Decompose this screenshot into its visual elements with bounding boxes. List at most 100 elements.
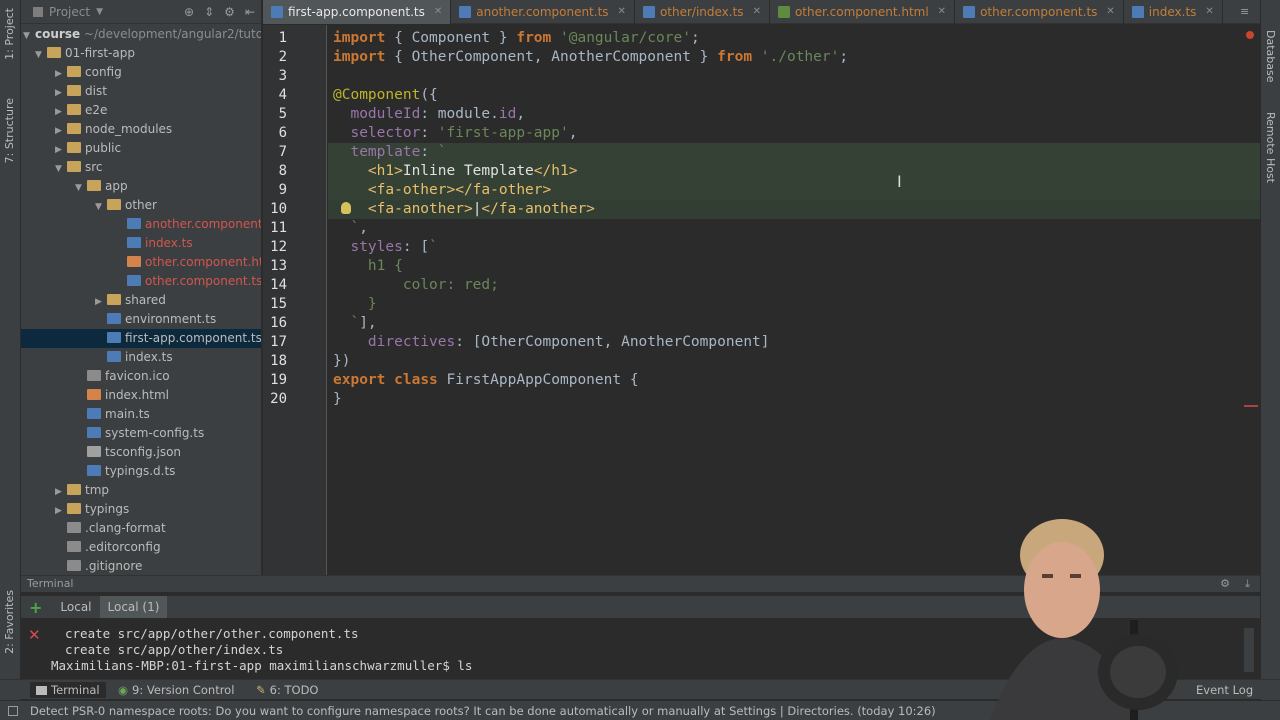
- locate-icon[interactable]: ⊕: [184, 5, 194, 19]
- code-token: { OtherComponent, AnotherComponent }: [385, 49, 718, 65]
- editor-tab[interactable]: first-app.component.ts ✕: [263, 0, 452, 24]
- favorites-tool-tab[interactable]: 2: Favorites: [3, 590, 16, 654]
- tree-folder[interactable]: ▶ node_modules: [21, 120, 261, 139]
- code-token: id: [498, 106, 517, 122]
- collapse-icon[interactable]: ⇕: [204, 5, 214, 19]
- version-control-tool-button[interactable]: ◉ 9: Version Control: [118, 682, 234, 698]
- tree-file[interactable]: .gitignore: [21, 557, 261, 575]
- code-line[interactable]: }: [333, 295, 377, 314]
- code-line[interactable]: `,: [333, 219, 367, 238]
- editor-tab[interactable]: other.component.html ✕: [770, 0, 956, 24]
- tree-folder[interactable]: ▶ e2e: [21, 101, 261, 120]
- code-token: selector: [350, 125, 421, 141]
- gear-icon[interactable]: ⚙: [224, 5, 235, 19]
- panel-toggle-icon[interactable]: [8, 706, 18, 716]
- status-message[interactable]: Detect PSR-0 namespace roots: Do you wan…: [30, 704, 936, 718]
- code-line[interactable]: export class FirstAppAppComponent {: [333, 371, 639, 390]
- tree-item-label: index.html: [105, 388, 169, 402]
- tree-folder[interactable]: ▼ other: [21, 196, 261, 215]
- code-line[interactable]: moduleId: module.id,: [333, 105, 525, 124]
- code-line[interactable]: <h1>Inline Template</h1>: [333, 162, 578, 181]
- editor-tab[interactable]: other.component.ts ✕: [955, 0, 1124, 24]
- editor-tab[interactable]: another.component.ts ✕: [451, 0, 635, 24]
- code-line[interactable]: directives: [OtherComponent, AnotherComp…: [333, 333, 770, 352]
- project-root-path: ~/development/angular2/tutori: [83, 27, 262, 41]
- error-stripe[interactable]: [1244, 405, 1258, 407]
- close-icon[interactable]: ✕: [28, 626, 41, 644]
- code-line[interactable]: `],: [333, 314, 376, 333]
- tree-folder[interactable]: ▶ config: [21, 63, 261, 82]
- tree-item-label: .editorconfig: [85, 540, 161, 554]
- project-tool-tab[interactable]: 1: Project: [3, 8, 16, 60]
- tree-folder[interactable]: ▶ typings: [21, 500, 261, 519]
- code-line[interactable]: selector: 'first-app-app',: [333, 124, 577, 143]
- tree-file[interactable]: tsconfig.json: [21, 443, 261, 462]
- terminal-tab-local-1[interactable]: Local (1): [99, 596, 168, 618]
- left-tool-strip: 1: Project 7: Structure 2: Favorites: [0, 0, 21, 700]
- code-line[interactable]: import { Component } from '@angular/core…: [333, 29, 700, 48]
- code-line[interactable]: styles: [`: [333, 238, 437, 257]
- close-icon[interactable]: ✕: [753, 0, 761, 24]
- close-icon[interactable]: ✕: [1106, 0, 1114, 24]
- editor-tab[interactable]: other/index.ts ✕: [635, 0, 770, 24]
- tree-folder[interactable]: ▶ dist: [21, 82, 261, 101]
- database-tool-tab[interactable]: Database: [1264, 30, 1277, 83]
- code-line[interactable]: import { OtherComponent, AnotherComponen…: [333, 48, 848, 67]
- project-panel-header: Project ▼ ⊕ ⇕ ⚙ ⇤: [21, 0, 261, 24]
- project-panel-title[interactable]: Project: [49, 5, 90, 19]
- file-icon: [107, 332, 121, 343]
- tree-file[interactable]: .clang-format: [21, 519, 261, 538]
- code-line[interactable]: template: `: [333, 143, 446, 162]
- code-line[interactable]: h1 {: [333, 257, 403, 276]
- remote-host-tool-tab[interactable]: Remote Host: [1264, 112, 1277, 183]
- tree-file[interactable]: favicon.ico: [21, 367, 261, 386]
- tree-file[interactable]: typings.d.ts: [21, 462, 261, 481]
- line-number: 3: [278, 68, 287, 84]
- tree-file[interactable]: main.ts: [21, 405, 261, 424]
- close-icon[interactable]: ✕: [1205, 0, 1213, 24]
- hide-icon[interactable]: ⇤: [245, 5, 255, 19]
- tree-file[interactable]: index.html: [21, 386, 261, 405]
- tree-folder[interactable]: ▼ src: [21, 158, 261, 177]
- tree-file[interactable]: other.component.html: [21, 253, 261, 272]
- tree-file[interactable]: .editorconfig: [21, 538, 261, 557]
- close-icon[interactable]: ✕: [434, 0, 442, 24]
- tree-file[interactable]: other.component.ts: [21, 272, 261, 291]
- tree-file[interactable]: system-config.ts: [21, 424, 261, 443]
- chevron-down-icon[interactable]: ▼: [96, 7, 103, 17]
- todo-tool-button[interactable]: ✎ 6: TODO: [256, 682, 318, 698]
- more-tabs-icon[interactable]: ≡: [1240, 5, 1249, 18]
- tree-folder[interactable]: ▼ app: [21, 177, 261, 196]
- code-line[interactable]: <fa-other></fa-other>: [333, 181, 551, 200]
- tree-folder[interactable]: ▶ public: [21, 139, 261, 158]
- editor-tab[interactable]: index.ts ✕: [1124, 0, 1223, 24]
- tree-file[interactable]: another.component.ts: [21, 215, 261, 234]
- file-icon: [87, 446, 101, 457]
- tree-file[interactable]: environment.ts: [21, 310, 261, 329]
- close-icon[interactable]: ✕: [938, 0, 946, 24]
- code-editor[interactable]: I import { Component } from '@angular/co…: [328, 25, 1260, 575]
- terminal-tab-local[interactable]: Local: [52, 596, 99, 618]
- tree-folder[interactable]: ▶ shared: [21, 291, 261, 310]
- add-terminal-icon[interactable]: +: [21, 598, 52, 617]
- tree-file[interactable]: first-app.component.ts: [21, 329, 261, 348]
- code-token: <fa-other></fa-other>: [367, 182, 552, 198]
- project-root[interactable]: ▼ course ~/development/angular2/tutori: [21, 25, 262, 44]
- tree-folder[interactable]: ▼ 01-first-app: [21, 44, 261, 63]
- code-line[interactable]: @Component({: [333, 86, 438, 105]
- code-line[interactable]: color: red;: [333, 276, 499, 295]
- terminal-tool-label: Terminal: [51, 683, 100, 697]
- terminal-tool-button[interactable]: Terminal: [30, 682, 106, 698]
- code-line[interactable]: }): [333, 352, 350, 371]
- code-token: FirstAppAppComponent {: [437, 372, 639, 388]
- terminal-prompt[interactable]: Maximilians-MBP:01-first-app maximilians…: [51, 658, 472, 674]
- tree-item-label: app: [105, 179, 128, 193]
- tree-file[interactable]: index.ts: [21, 348, 261, 367]
- close-icon[interactable]: ✕: [618, 0, 626, 24]
- tree-file[interactable]: index.ts: [21, 234, 261, 253]
- code-line[interactable]: <fa-another>|</fa-another>: [333, 200, 595, 219]
- tree-folder[interactable]: ▶ tmp: [21, 481, 261, 500]
- structure-tool-tab[interactable]: 7: Structure: [3, 98, 16, 163]
- code-line[interactable]: }: [333, 390, 342, 409]
- error-marker-icon[interactable]: [1246, 31, 1254, 39]
